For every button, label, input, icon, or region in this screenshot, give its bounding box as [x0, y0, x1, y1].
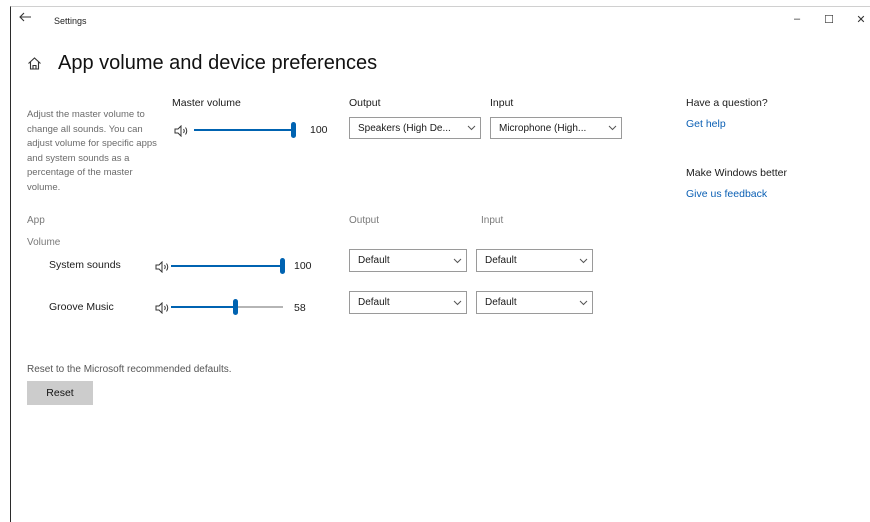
app-output-value: Default	[358, 297, 390, 308]
window-title: Settings	[54, 16, 87, 26]
app-output-dropdown[interactable]: Default	[349, 249, 467, 272]
reset-button[interactable]: Reset	[27, 381, 93, 405]
input-label: Input	[490, 97, 514, 109]
help-question: Have a question?	[686, 97, 768, 109]
chevron-down-icon	[574, 300, 592, 306]
input-device-dropdown[interactable]: Microphone (High...	[490, 117, 622, 139]
volume-column-header: Volume	[27, 237, 61, 248]
app-volume-value: 100	[294, 260, 312, 272]
app-output-dropdown[interactable]: Default	[349, 291, 467, 314]
home-icon[interactable]	[27, 56, 43, 72]
app-input-dropdown[interactable]: Default	[476, 249, 593, 272]
input-column-header: Input	[481, 215, 504, 226]
minimize-button[interactable]: –	[787, 13, 807, 25]
app-input-dropdown[interactable]: Default	[476, 291, 593, 314]
slider-fill	[171, 306, 236, 308]
master-volume-label: Master volume	[172, 97, 241, 109]
app-volume-value: 58	[294, 302, 306, 314]
chevron-down-icon	[603, 125, 621, 131]
chevron-down-icon	[462, 125, 480, 131]
app-name: Groove Music	[49, 301, 114, 313]
speaker-icon	[174, 124, 190, 138]
back-icon[interactable]	[18, 9, 34, 22]
output-column-header: Output	[349, 215, 380, 226]
make-windows-better: Make Windows better	[686, 167, 787, 179]
slider-thumb[interactable]	[291, 122, 296, 138]
app-input-value: Default	[485, 255, 517, 266]
speaker-icon	[155, 301, 171, 315]
app-name: System sounds	[49, 259, 121, 271]
master-volume-value: 100	[310, 124, 328, 136]
master-description: Adjust the master volume to change all s…	[27, 109, 157, 193]
page-title: App volume and device preferences	[58, 52, 378, 74]
groove-music-volume-slider[interactable]	[171, 297, 287, 317]
get-help-link[interactable]: Get help	[686, 118, 726, 130]
output-label: Output	[349, 97, 381, 109]
app-output-value: Default	[358, 255, 390, 266]
master-volume-slider[interactable]	[194, 120, 298, 140]
app-column-header: App	[27, 215, 45, 226]
slider-thumb[interactable]	[280, 258, 285, 274]
slider-thumb[interactable]	[233, 299, 238, 315]
chevron-down-icon	[448, 300, 466, 306]
maximize-button[interactable]: ☐	[819, 13, 839, 26]
reset-description: Reset to the Microsoft recommended defau…	[27, 364, 232, 375]
system-sounds-volume-slider[interactable]	[171, 256, 287, 276]
feedback-link[interactable]: Give us feedback	[686, 188, 767, 200]
slider-fill	[171, 265, 283, 267]
slider-fill	[194, 129, 294, 131]
close-button[interactable]: ✕	[851, 13, 870, 26]
chevron-down-icon	[574, 258, 592, 264]
output-device-dropdown[interactable]: Speakers (High De...	[349, 117, 481, 139]
speaker-icon	[155, 260, 171, 274]
chevron-down-icon	[448, 258, 466, 264]
app-input-value: Default	[485, 297, 517, 308]
output-device-value: Speakers (High De...	[358, 122, 451, 134]
input-device-value: Microphone (High...	[499, 122, 587, 134]
